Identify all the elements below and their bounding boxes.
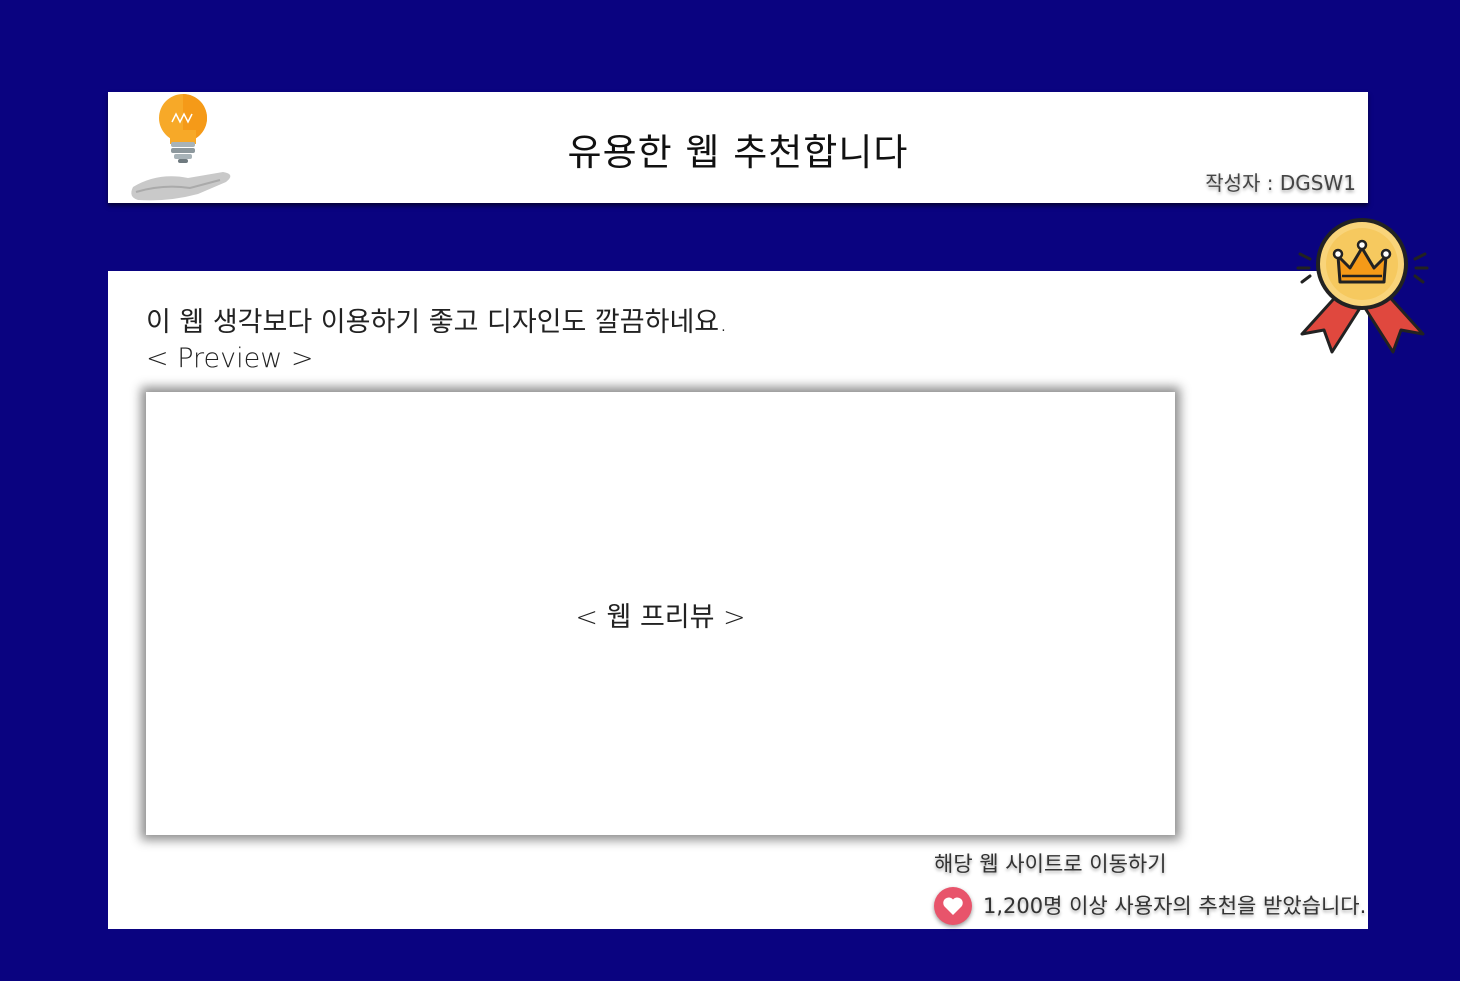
page-title: 유용한 웹 추천합니다 xyxy=(567,131,909,174)
author-label: 작성자 : DGSW1 xyxy=(1205,171,1356,195)
like-button[interactable] xyxy=(934,887,972,925)
heart-icon xyxy=(943,897,963,915)
main-card: 이 웹 생각보다 이용하기 좋고 디자인도 깔끔하네요. < Preview >… xyxy=(108,271,1368,929)
visit-site-link[interactable]: 해당 웹 사이트로 이동하기 xyxy=(934,848,1167,878)
award-medal-crown-icon xyxy=(1296,218,1429,354)
recommendation-count: 1,200명 이상 사용자의 추천을 받았습니다. xyxy=(983,894,1367,918)
recommendation-description: 이 웹 생각보다 이용하기 좋고 디자인도 깔끔하네요. xyxy=(146,307,728,338)
preview-label: < Preview > xyxy=(146,343,314,374)
header-card: 유용한 웹 추천합니다 작성자 : DGSW1 xyxy=(108,92,1368,203)
preview-placeholder: < 웹 프리뷰 > xyxy=(575,602,746,633)
web-preview-frame[interactable]: < 웹 프리뷰 > xyxy=(146,392,1175,835)
